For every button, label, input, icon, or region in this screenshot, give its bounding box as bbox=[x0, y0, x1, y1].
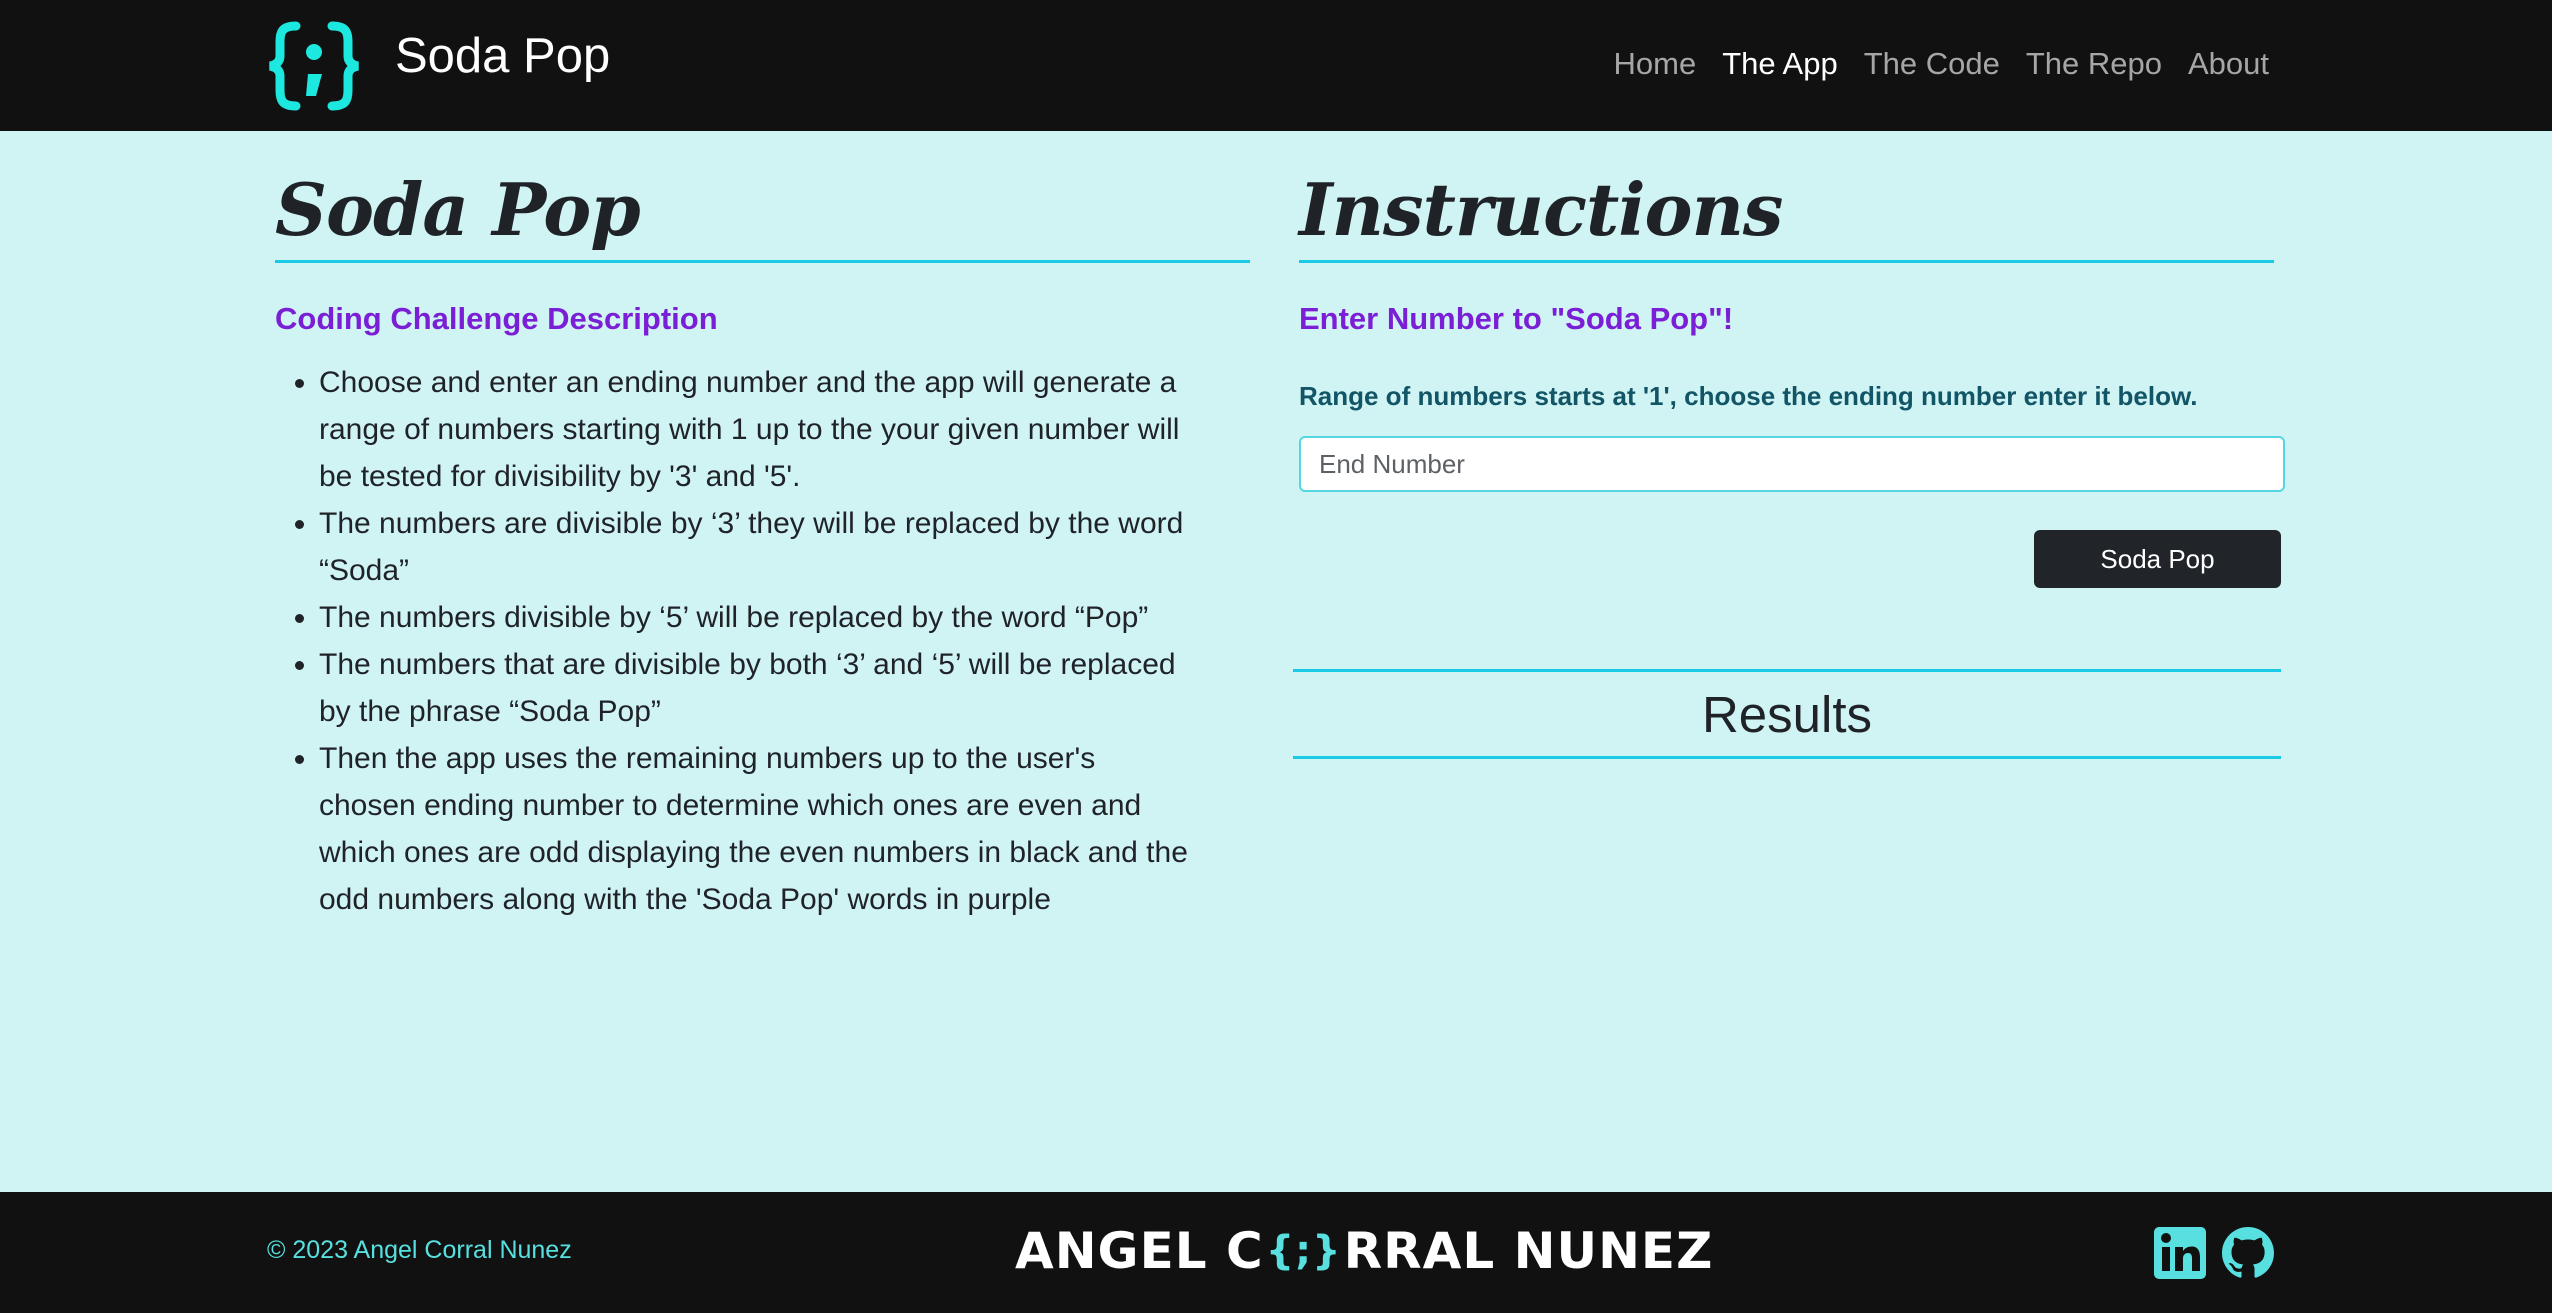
results-heading: Results bbox=[1701, 686, 1873, 743]
results-top-divider bbox=[1293, 669, 2281, 672]
list-item: The numbers that are divisible by both ‘… bbox=[319, 641, 1199, 735]
brand-name[interactable]: Soda Pop bbox=[395, 26, 610, 86]
description-list: Choose and enter an ending number and th… bbox=[275, 359, 1199, 923]
nav-the-code[interactable]: The Code bbox=[1864, 40, 2000, 88]
list-item: Then the app uses the remaining numbers … bbox=[319, 735, 1199, 923]
navbar: Soda Pop Home The App The Code The Repo … bbox=[0, 0, 2552, 131]
description-section: Soda Pop Coding Challenge Description Ch… bbox=[275, 160, 1250, 923]
results-bottom-divider bbox=[1293, 756, 2281, 759]
copyright-text: © 2023 Angel Corral Nunez bbox=[267, 1236, 572, 1264]
range-hint: Range of numbers starts at '1', choose t… bbox=[1299, 381, 2198, 411]
end-number-input[interactable] bbox=[1299, 436, 2285, 492]
footer-logo-part: ANGEL C bbox=[1015, 1222, 1264, 1280]
description-heading: Coding Challenge Description bbox=[275, 301, 718, 336]
curly-brace-semicolon-icon[interactable] bbox=[266, 18, 362, 114]
instructions-heading: Enter Number to "Soda Pop"! bbox=[1299, 301, 1734, 336]
instructions-title: Instructions bbox=[1299, 167, 1783, 252]
soda-pop-button[interactable]: Soda Pop bbox=[2034, 530, 2281, 588]
title-divider bbox=[1299, 260, 2274, 263]
nav-home[interactable]: Home bbox=[1614, 40, 1697, 88]
linkedin-icon[interactable] bbox=[2154, 1227, 2206, 1279]
list-item: The numbers are divisible by ‘3’ they wi… bbox=[319, 500, 1199, 594]
title-divider bbox=[275, 260, 1250, 263]
nav-the-repo[interactable]: The Repo bbox=[2026, 40, 2162, 88]
main-nav: Home The App The Code The Repo About bbox=[1614, 40, 2269, 88]
page-title: Soda Pop bbox=[275, 167, 641, 252]
instructions-section: Instructions Enter Number to "Soda Pop"!… bbox=[1293, 160, 2285, 759]
footer: © 2023 Angel Corral Nunez ANGEL C {;} RR… bbox=[0, 1192, 2552, 1313]
nav-the-app[interactable]: The App bbox=[1722, 40, 1837, 88]
list-item: The numbers divisible by ‘5’ will be rep… bbox=[319, 594, 1199, 641]
footer-logo-part: RRAL NUNEZ bbox=[1343, 1222, 1714, 1280]
footer-logo-brace: {;} bbox=[1265, 1228, 1342, 1274]
footer-logo: ANGEL C {;} RRAL NUNEZ bbox=[1015, 1222, 1713, 1280]
nav-about[interactable]: About bbox=[2188, 40, 2269, 88]
github-icon[interactable] bbox=[2222, 1227, 2274, 1279]
list-item: Choose and enter an ending number and th… bbox=[319, 359, 1199, 500]
